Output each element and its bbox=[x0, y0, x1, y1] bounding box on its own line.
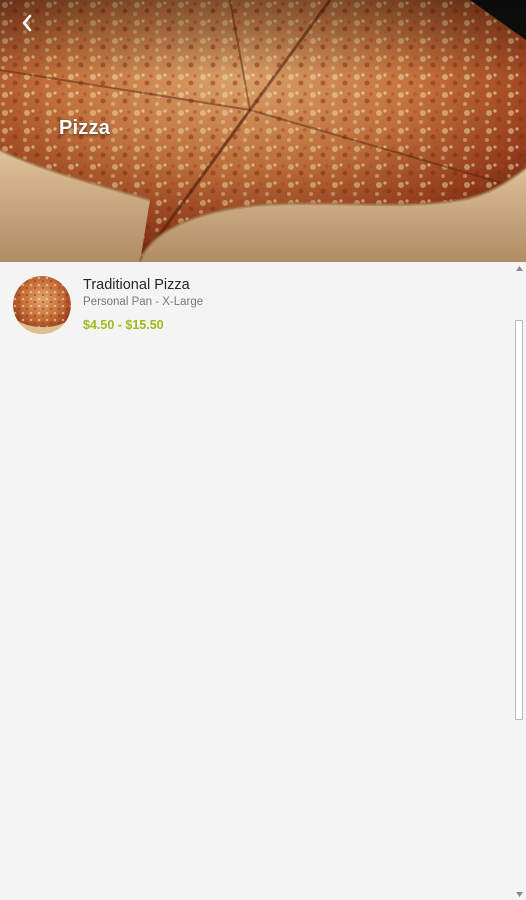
category-screen: Pizza Traditional Pizza Personal Pan - X… bbox=[0, 0, 526, 900]
page-title: Pizza bbox=[59, 117, 111, 139]
item-size-range: Personal Pan - X-Large bbox=[83, 296, 204, 308]
scroll-thumb[interactable] bbox=[515, 320, 523, 720]
menu-item-list: Traditional Pizza Personal Pan - X-Large… bbox=[0, 262, 526, 900]
scroll-up-icon[interactable] bbox=[513, 262, 526, 274]
pizza-thumbnail bbox=[13, 276, 71, 334]
item-name: Traditional Pizza bbox=[83, 277, 190, 293]
list-item[interactable]: Traditional Pizza Personal Pan - X-Large… bbox=[0, 262, 526, 348]
category-header: Pizza bbox=[0, 0, 526, 262]
scroll-down-icon[interactable] bbox=[513, 888, 526, 900]
scrollbar[interactable] bbox=[513, 262, 526, 900]
item-price-range: $4.50 - $15.50 bbox=[83, 318, 164, 332]
item-text: Traditional Pizza Personal Pan - X-Large… bbox=[83, 276, 203, 333]
back-button[interactable] bbox=[12, 8, 42, 38]
chevron-left-icon bbox=[22, 14, 32, 32]
